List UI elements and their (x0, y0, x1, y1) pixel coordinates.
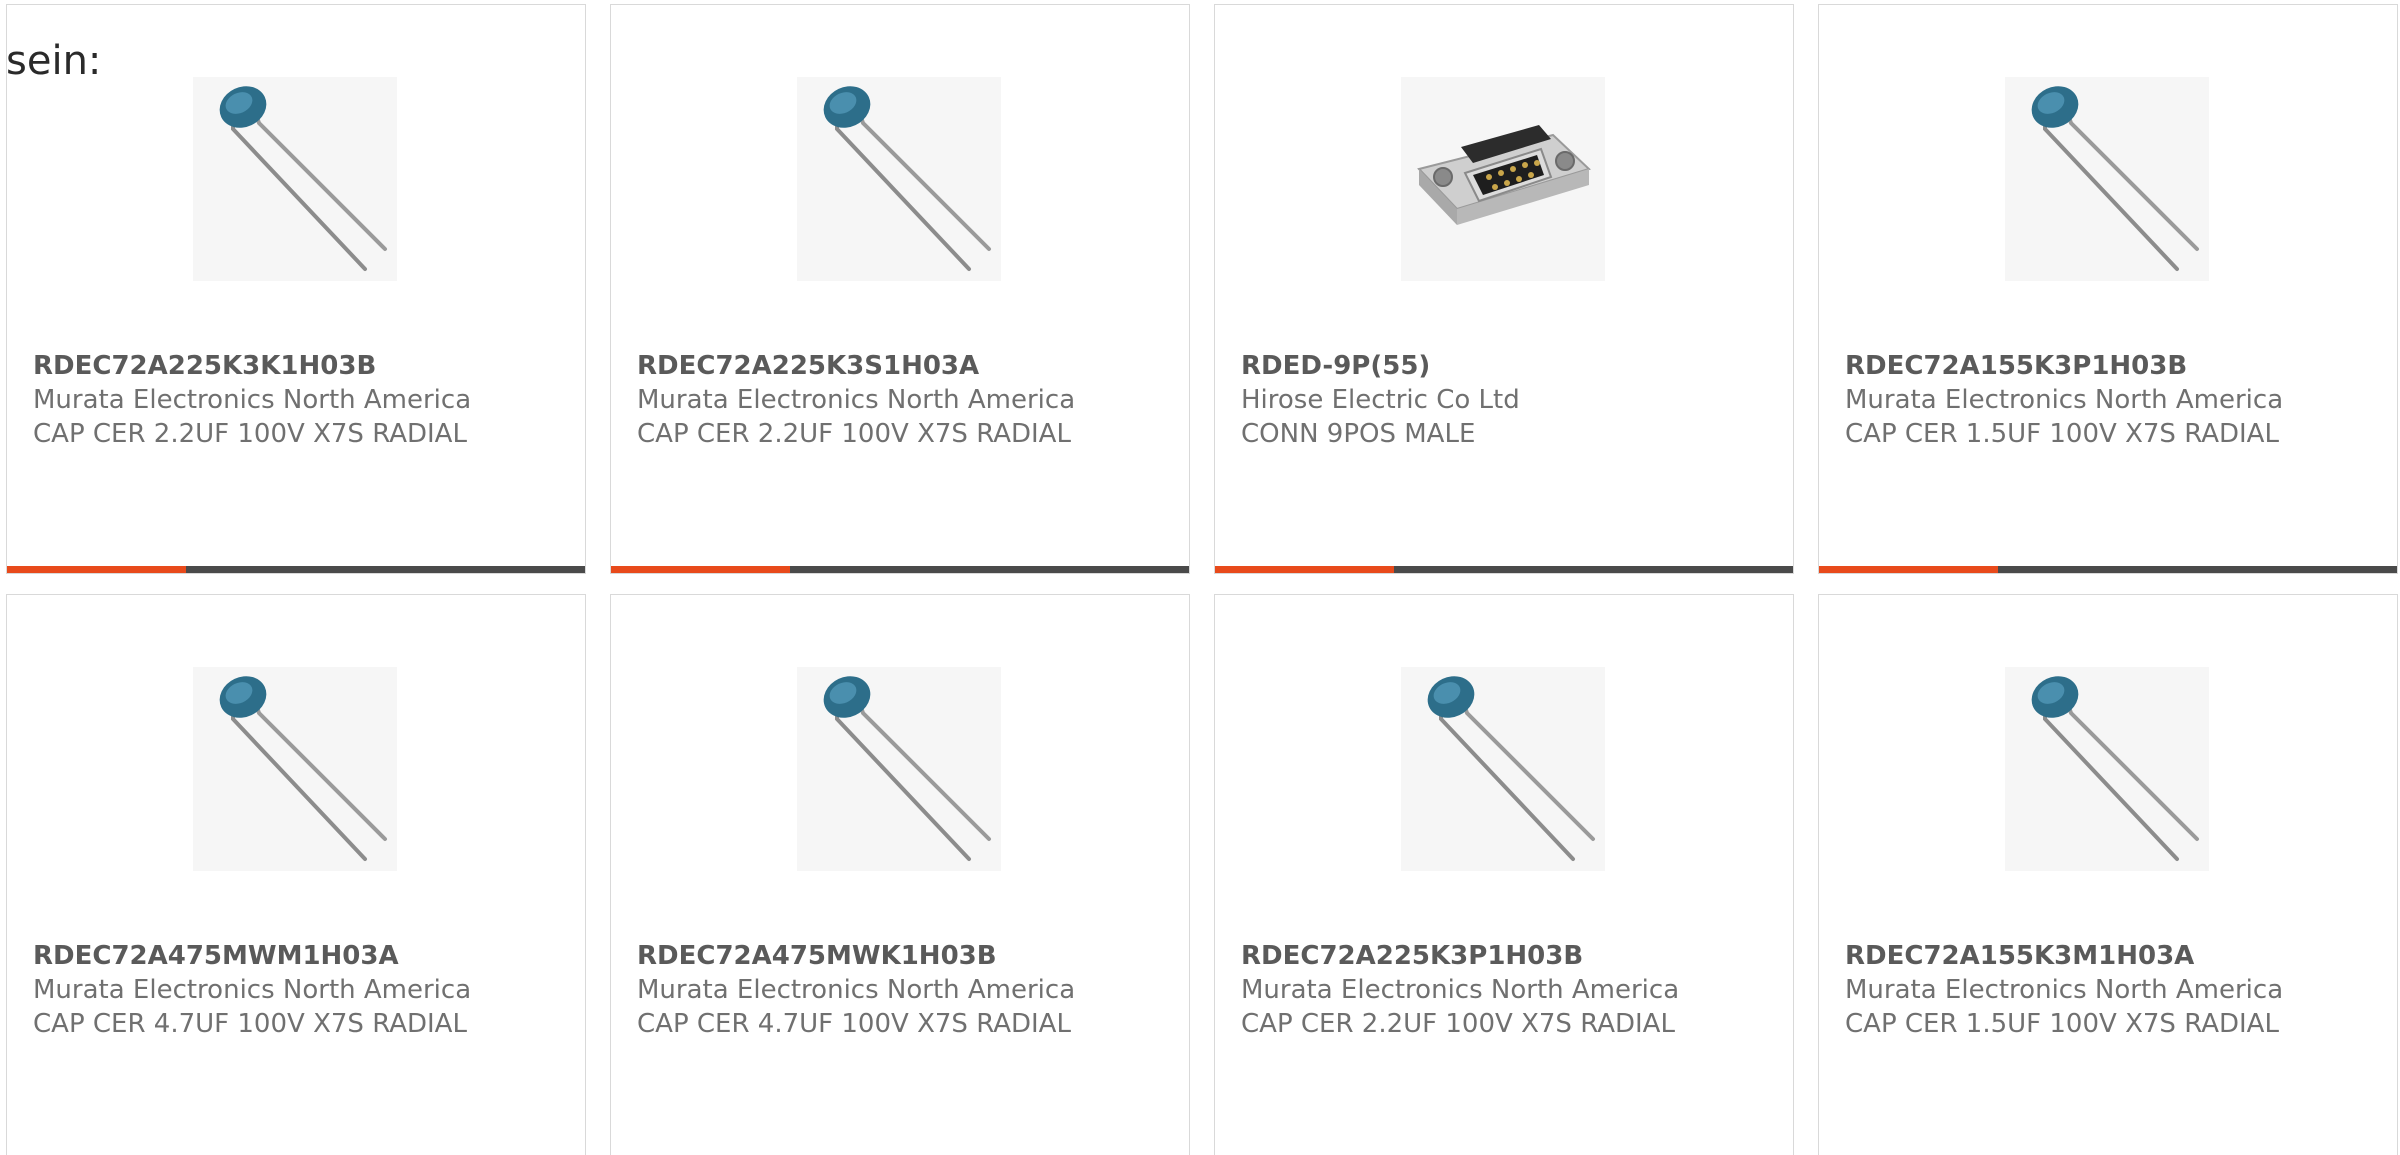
product-card[interactable]: RDEC72A225K3K1H03B Murata Electronics No… (6, 4, 586, 574)
ceramic-capacitor-icon[interactable] (193, 667, 397, 871)
card-progress-bar (7, 566, 585, 573)
ceramic-capacitor-icon[interactable] (797, 77, 1001, 281)
product-card[interactable]: RDEC72A155K3P1H03B Murata Electronics No… (1818, 4, 2398, 574)
card-progress-fill (7, 566, 187, 573)
product-card[interactable]: RDEC72A475MWK1H03B Murata Electronics No… (610, 594, 1190, 1155)
product-description: CAP CER 1.5UF 100V X7S RADIAL (1845, 1009, 2279, 1039)
dsub-connector-icon[interactable] (1401, 77, 1605, 281)
part-number[interactable]: RDED-9P(55) (1241, 349, 1783, 383)
part-number[interactable]: RDEC72A225K3K1H03B (33, 349, 575, 383)
product-grid: RDEC72A225K3K1H03B Murata Electronics No… (6, 4, 2398, 1155)
product-listing-page: RDEC72A225K3K1H03B Murata Electronics No… (0, 0, 2400, 1155)
product-description: CONN 9POS MALE (1241, 419, 1476, 449)
manufacturer-name: Murata Electronics North America (1845, 975, 2284, 1005)
ceramic-capacitor-icon[interactable] (797, 667, 1001, 871)
part-number[interactable]: RDEC72A475MWM1H03A (33, 939, 575, 973)
ceramic-capacitor-icon[interactable] (2005, 77, 2209, 281)
ceramic-capacitor-icon[interactable] (1401, 667, 1605, 871)
card-progress-bar (611, 566, 1189, 573)
ceramic-capacitor-icon[interactable] (193, 77, 397, 281)
product-description: CAP CER 2.2UF 100V X7S RADIAL (637, 419, 1071, 449)
card-progress-bar (1215, 566, 1793, 573)
part-number[interactable]: RDEC72A155K3P1H03B (1845, 349, 2387, 383)
manufacturer-name: Hirose Electric Co Ltd (1241, 385, 1520, 415)
product-card[interactable]: RDEC72A225K3P1H03B Murata Electronics No… (1214, 594, 1794, 1155)
product-card[interactable]: RDED-9P(55) Hirose Electric Co Ltd CONN … (1214, 4, 1794, 574)
card-progress-bar (1819, 566, 2397, 573)
section-heading: sein: (6, 38, 102, 84)
manufacturer-name: Murata Electronics North America (33, 385, 472, 415)
part-number[interactable]: RDEC72A155K3M1H03A (1845, 939, 2387, 973)
manufacturer-name: Murata Electronics North America (637, 975, 1076, 1005)
product-description: CAP CER 2.2UF 100V X7S RADIAL (1241, 1009, 1675, 1039)
product-description: CAP CER 2.2UF 100V X7S RADIAL (33, 419, 467, 449)
manufacturer-name: Murata Electronics North America (637, 385, 1076, 415)
manufacturer-name: Murata Electronics North America (1845, 385, 2284, 415)
product-card[interactable]: RDEC72A475MWM1H03A Murata Electronics No… (6, 594, 586, 1155)
manufacturer-name: Murata Electronics North America (1241, 975, 1680, 1005)
part-number[interactable]: RDEC72A225K3P1H03B (1241, 939, 1783, 973)
product-description: CAP CER 4.7UF 100V X7S RADIAL (637, 1009, 1071, 1039)
product-card[interactable]: RDEC72A155K3M1H03A Murata Electronics No… (1818, 594, 2398, 1155)
product-description: CAP CER 4.7UF 100V X7S RADIAL (33, 1009, 467, 1039)
card-progress-fill (1215, 566, 1395, 573)
card-progress-fill (611, 566, 791, 573)
part-number[interactable]: RDEC72A225K3S1H03A (637, 349, 1179, 383)
part-number[interactable]: RDEC72A475MWK1H03B (637, 939, 1179, 973)
manufacturer-name: Murata Electronics North America (33, 975, 472, 1005)
ceramic-capacitor-icon[interactable] (2005, 667, 2209, 871)
card-progress-fill (1819, 566, 1999, 573)
product-description: CAP CER 1.5UF 100V X7S RADIAL (1845, 419, 2279, 449)
product-card[interactable]: RDEC72A225K3S1H03A Murata Electronics No… (610, 4, 1190, 574)
